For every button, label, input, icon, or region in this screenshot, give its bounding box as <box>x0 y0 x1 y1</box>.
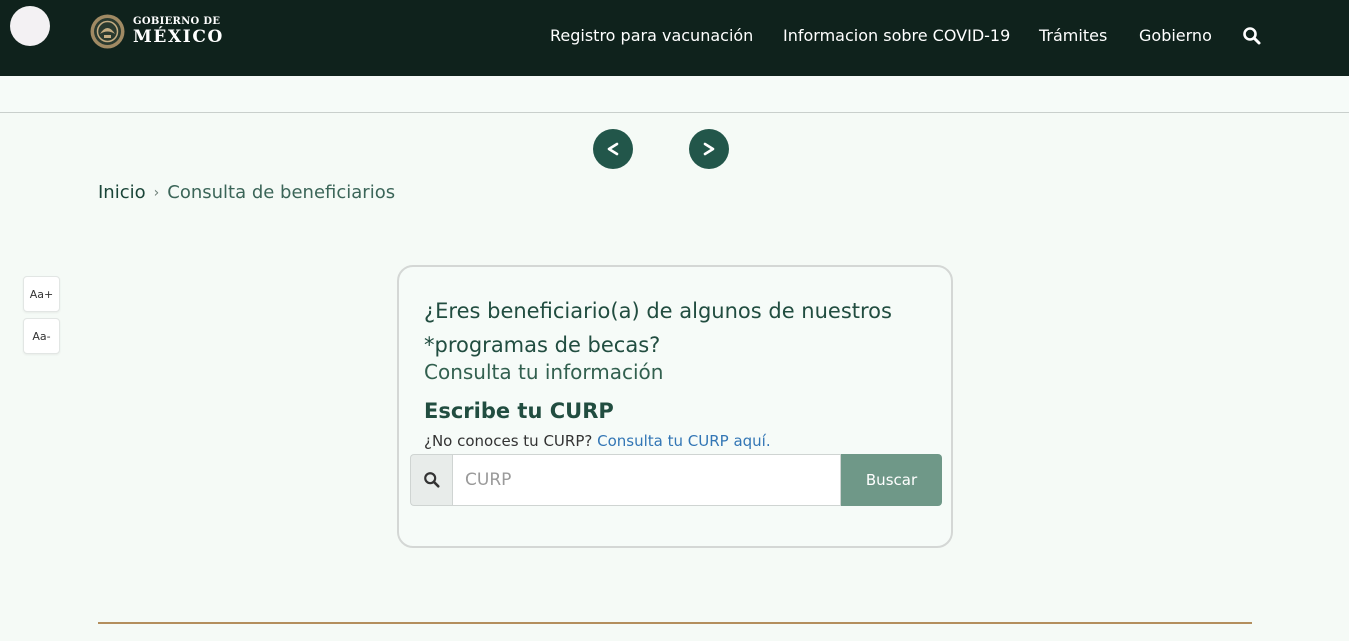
carousel-next-button[interactable] <box>689 129 729 169</box>
avatar[interactable] <box>10 6 50 46</box>
buscar-button[interactable]: Buscar <box>841 454 942 506</box>
chevron-left-icon <box>607 142 619 156</box>
gobierno-de-mexico-logo[interactable]: GOBIERNO DE MÉXICO <box>89 13 224 50</box>
card-question: ¿Eres beneficiario(a) de algunos de nues… <box>424 299 892 357</box>
curp-help-text: ¿No conoces tu CURP? Consulta tu CURP aq… <box>424 432 771 450</box>
nav-registro-vacunacion[interactable]: Registro para vacunación <box>550 25 753 47</box>
chevron-right-icon <box>703 142 715 156</box>
breadcrumb-home-link[interactable]: Inicio <box>98 182 146 203</box>
logo-line-1: GOBIERNO DE <box>133 16 221 27</box>
increase-font-button[interactable]: Aa+ <box>23 276 60 312</box>
curp-lookup-card: ¿Eres beneficiario(a) de algunos de nues… <box>397 265 953 548</box>
coat-of-arms-icon <box>90 14 125 49</box>
search-icon[interactable] <box>1242 26 1262 46</box>
carousel-prev-button[interactable] <box>593 129 633 169</box>
logo-line-2: MÉXICO <box>133 27 224 47</box>
curp-help-label: ¿No conoces tu CURP? <box>424 432 593 450</box>
nav-gobierno[interactable]: Gobierno <box>1139 25 1212 47</box>
nav-tramites[interactable]: Trámites <box>1039 25 1107 47</box>
sub-header-bar <box>0 76 1349 113</box>
card-subtitle: Consulta tu información <box>424 360 664 384</box>
search-addon <box>410 454 452 506</box>
consulta-curp-link[interactable]: Consulta tu CURP aquí. <box>597 432 771 450</box>
top-navbar: GOBIERNO DE MÉXICO Registro para vacunac… <box>0 0 1349 76</box>
curp-search-group: Buscar <box>410 454 942 506</box>
search-icon <box>423 472 440 488</box>
breadcrumb: Inicio › Consulta de beneficiarios <box>98 182 395 203</box>
breadcrumb-current: Consulta de beneficiarios <box>167 182 396 203</box>
curp-input[interactable] <box>452 454 841 506</box>
card-heading: Escribe tu CURP <box>424 399 614 423</box>
decrease-font-button[interactable]: Aa- <box>23 318 60 354</box>
nav-informacion-covid[interactable]: Informacion sobre COVID-19 <box>783 25 1010 47</box>
footer-divider <box>98 622 1252 624</box>
breadcrumb-separator: › <box>153 184 160 201</box>
